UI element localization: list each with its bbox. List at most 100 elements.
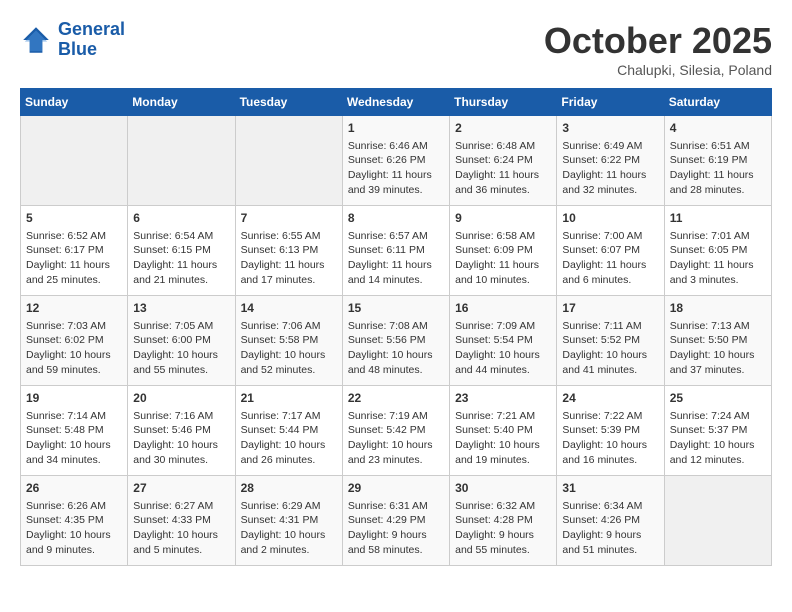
day-number: 11 (670, 210, 766, 227)
calendar-cell: 27 Sunrise: 6:27 AM Sunset: 4:33 PM Dayli… (128, 476, 235, 566)
day-info: Sunrise: 7:03 AM Sunset: 6:02 PM Dayligh… (26, 319, 122, 378)
day-number: 2 (455, 120, 551, 137)
day-number: 15 (348, 300, 444, 317)
logo-icon (20, 24, 52, 56)
day-info: Sunrise: 7:13 AM Sunset: 5:50 PM Dayligh… (670, 319, 766, 378)
calendar-cell: 21Sunrise: 7:17 AM Sunset: 5:44 PM Dayli… (235, 386, 342, 476)
day-info: Sunrise: 6:32 AM Sunset: 4:28 PM Dayligh… (455, 499, 551, 558)
day-number: 30 (455, 480, 551, 497)
calendar-cell: 22 Sunrise: 7:19 AM Sunset: 5:42 PM Dayli… (342, 386, 449, 476)
day-of-week-header: Saturday (664, 89, 771, 116)
day-number: 14 (241, 300, 337, 317)
logo-line2: Blue (58, 39, 97, 59)
day-info: Sunrise: 6:49 AM Sunset: 6:22 PM Dayligh… (562, 139, 658, 198)
calendar-cell: 26 Sunrise: 6:26 AM Sunset: 4:35 PM Dayli… (21, 476, 128, 566)
calendar-cell: 14 Sunrise: 7:06 AM Sunset: 5:58 PM Dayli… (235, 296, 342, 386)
day-info: Sunrise: 7:22 AM Sunset: 5:39 PM Dayligh… (562, 409, 658, 468)
day-number: 19 (26, 390, 122, 407)
day-number: 16 (455, 300, 551, 317)
logo-line1: General (58, 19, 125, 39)
calendar-cell (664, 476, 771, 566)
day-number: 25 (670, 390, 766, 407)
calendar-cell: 4 Sunrise: 6:51 AM Sunset: 6:19 PM Daylig… (664, 116, 771, 206)
day-number: 23 (455, 390, 551, 407)
day-info: Sunrise: 6:34 AM Sunset: 4:26 PM Dayligh… (562, 499, 658, 558)
day-number: 21 (241, 390, 337, 407)
calendar-cell: 5 Sunrise: 6:52 AM Sunset: 6:17 PM Daylig… (21, 206, 128, 296)
logo: General Blue (20, 20, 125, 60)
day-info: Sunrise: 6:26 AM Sunset: 4:35 PM Dayligh… (26, 499, 122, 558)
day-info: Sunrise: 6:52 AM Sunset: 6:17 PM Dayligh… (26, 229, 122, 288)
day-info: Sunrise: 7:16 AM Sunset: 5:46 PM Dayligh… (133, 409, 229, 468)
calendar-cell: 23 Sunrise: 7:21 AM Sunset: 5:40 PM Dayli… (450, 386, 557, 476)
calendar-cell: 8Sunrise: 6:57 AM Sunset: 6:11 PM Daylig… (342, 206, 449, 296)
day-number: 1 (348, 120, 444, 137)
day-info: Sunrise: 7:06 AM Sunset: 5:58 PM Dayligh… (241, 319, 337, 378)
calendar-cell: 3 Sunrise: 6:49 AM Sunset: 6:22 PM Daylig… (557, 116, 664, 206)
calendar-cell: 13Sunrise: 7:05 AM Sunset: 6:00 PM Dayli… (128, 296, 235, 386)
logo-text: General Blue (58, 20, 125, 60)
calendar-cell: 17 Sunrise: 7:11 AM Sunset: 5:52 PM Dayli… (557, 296, 664, 386)
month-title: October 2025 (544, 20, 772, 62)
day-of-week-header: Tuesday (235, 89, 342, 116)
day-number: 4 (670, 120, 766, 137)
day-info: Sunrise: 7:00 AM Sunset: 6:07 PM Dayligh… (562, 229, 658, 288)
day-info: Sunrise: 7:01 AM Sunset: 6:05 PM Dayligh… (670, 229, 766, 288)
calendar-week-row: 1 Sunrise: 6:46 AM Sunset: 6:26 PM Daylig… (21, 116, 772, 206)
calendar-week-row: 5 Sunrise: 6:52 AM Sunset: 6:17 PM Daylig… (21, 206, 772, 296)
day-info: Sunrise: 6:29 AM Sunset: 4:31 PM Dayligh… (241, 499, 337, 558)
calendar-cell: 28 Sunrise: 6:29 AM Sunset: 4:31 PM Dayli… (235, 476, 342, 566)
calendar-week-row: 19 Sunrise: 7:14 AM Sunset: 5:48 PM Dayli… (21, 386, 772, 476)
day-number: 6 (133, 210, 229, 227)
day-info: Sunrise: 6:31 AM Sunset: 4:29 PM Dayligh… (348, 499, 444, 558)
day-number: 17 (562, 300, 658, 317)
day-number: 13 (133, 300, 229, 317)
calendar-cell: 7 Sunrise: 6:55 AM Sunset: 6:13 PM Daylig… (235, 206, 342, 296)
day-info: Sunrise: 6:51 AM Sunset: 6:19 PM Dayligh… (670, 139, 766, 198)
day-info: Sunrise: 6:48 AM Sunset: 6:24 PM Dayligh… (455, 139, 551, 198)
day-number: 28 (241, 480, 337, 497)
day-info: Sunrise: 6:46 AM Sunset: 6:26 PM Dayligh… (348, 139, 444, 198)
title-block: October 2025 Chalupki, Silesia, Poland (544, 20, 772, 78)
day-number: 7 (241, 210, 337, 227)
day-info: Sunrise: 7:24 AM Sunset: 5:37 PM Dayligh… (670, 409, 766, 468)
day-info: Sunrise: 7:08 AM Sunset: 5:56 PM Dayligh… (348, 319, 444, 378)
calendar-cell: 9Sunrise: 6:58 AM Sunset: 6:09 PM Daylig… (450, 206, 557, 296)
day-info: Sunrise: 7:21 AM Sunset: 5:40 PM Dayligh… (455, 409, 551, 468)
calendar-cell: 10Sunrise: 7:00 AM Sunset: 6:07 PM Dayli… (557, 206, 664, 296)
day-number: 5 (26, 210, 122, 227)
calendar-week-row: 12Sunrise: 7:03 AM Sunset: 6:02 PM Dayli… (21, 296, 772, 386)
day-info: Sunrise: 6:55 AM Sunset: 6:13 PM Dayligh… (241, 229, 337, 288)
calendar-table: SundayMondayTuesdayWednesdayThursdayFrid… (20, 88, 772, 566)
calendar-cell: 2 Sunrise: 6:48 AM Sunset: 6:24 PM Daylig… (450, 116, 557, 206)
day-info: Sunrise: 6:27 AM Sunset: 4:33 PM Dayligh… (133, 499, 229, 558)
day-number: 27 (133, 480, 229, 497)
calendar-cell: 18Sunrise: 7:13 AM Sunset: 5:50 PM Dayli… (664, 296, 771, 386)
day-info: Sunrise: 7:09 AM Sunset: 5:54 PM Dayligh… (455, 319, 551, 378)
calendar-cell: 30 Sunrise: 6:32 AM Sunset: 4:28 PM Dayli… (450, 476, 557, 566)
day-info: Sunrise: 7:14 AM Sunset: 5:48 PM Dayligh… (26, 409, 122, 468)
calendar-cell: 19 Sunrise: 7:14 AM Sunset: 5:48 PM Dayli… (21, 386, 128, 476)
day-info: Sunrise: 6:57 AM Sunset: 6:11 PM Dayligh… (348, 229, 444, 288)
day-info: Sunrise: 7:19 AM Sunset: 5:42 PM Dayligh… (348, 409, 444, 468)
calendar-header-row: SundayMondayTuesdayWednesdayThursdayFrid… (21, 89, 772, 116)
calendar-cell: 24 Sunrise: 7:22 AM Sunset: 5:39 PM Dayli… (557, 386, 664, 476)
day-number: 3 (562, 120, 658, 137)
day-number: 22 (348, 390, 444, 407)
calendar-cell: 11 Sunrise: 7:01 AM Sunset: 6:05 PM Dayli… (664, 206, 771, 296)
day-of-week-header: Sunday (21, 89, 128, 116)
day-number: 24 (562, 390, 658, 407)
calendar-cell (235, 116, 342, 206)
location-subtitle: Chalupki, Silesia, Poland (544, 62, 772, 78)
calendar-cell: 16 Sunrise: 7:09 AM Sunset: 5:54 PM Dayli… (450, 296, 557, 386)
calendar-cell: 31Sunrise: 6:34 AM Sunset: 4:26 PM Dayli… (557, 476, 664, 566)
day-number: 20 (133, 390, 229, 407)
day-info: Sunrise: 6:58 AM Sunset: 6:09 PM Dayligh… (455, 229, 551, 288)
day-number: 26 (26, 480, 122, 497)
day-info: Sunrise: 6:54 AM Sunset: 6:15 PM Dayligh… (133, 229, 229, 288)
day-info: Sunrise: 7:11 AM Sunset: 5:52 PM Dayligh… (562, 319, 658, 378)
calendar-cell (21, 116, 128, 206)
day-of-week-header: Friday (557, 89, 664, 116)
calendar-cell: 1 Sunrise: 6:46 AM Sunset: 6:26 PM Daylig… (342, 116, 449, 206)
calendar-cell: 20 Sunrise: 7:16 AM Sunset: 5:46 PM Dayli… (128, 386, 235, 476)
